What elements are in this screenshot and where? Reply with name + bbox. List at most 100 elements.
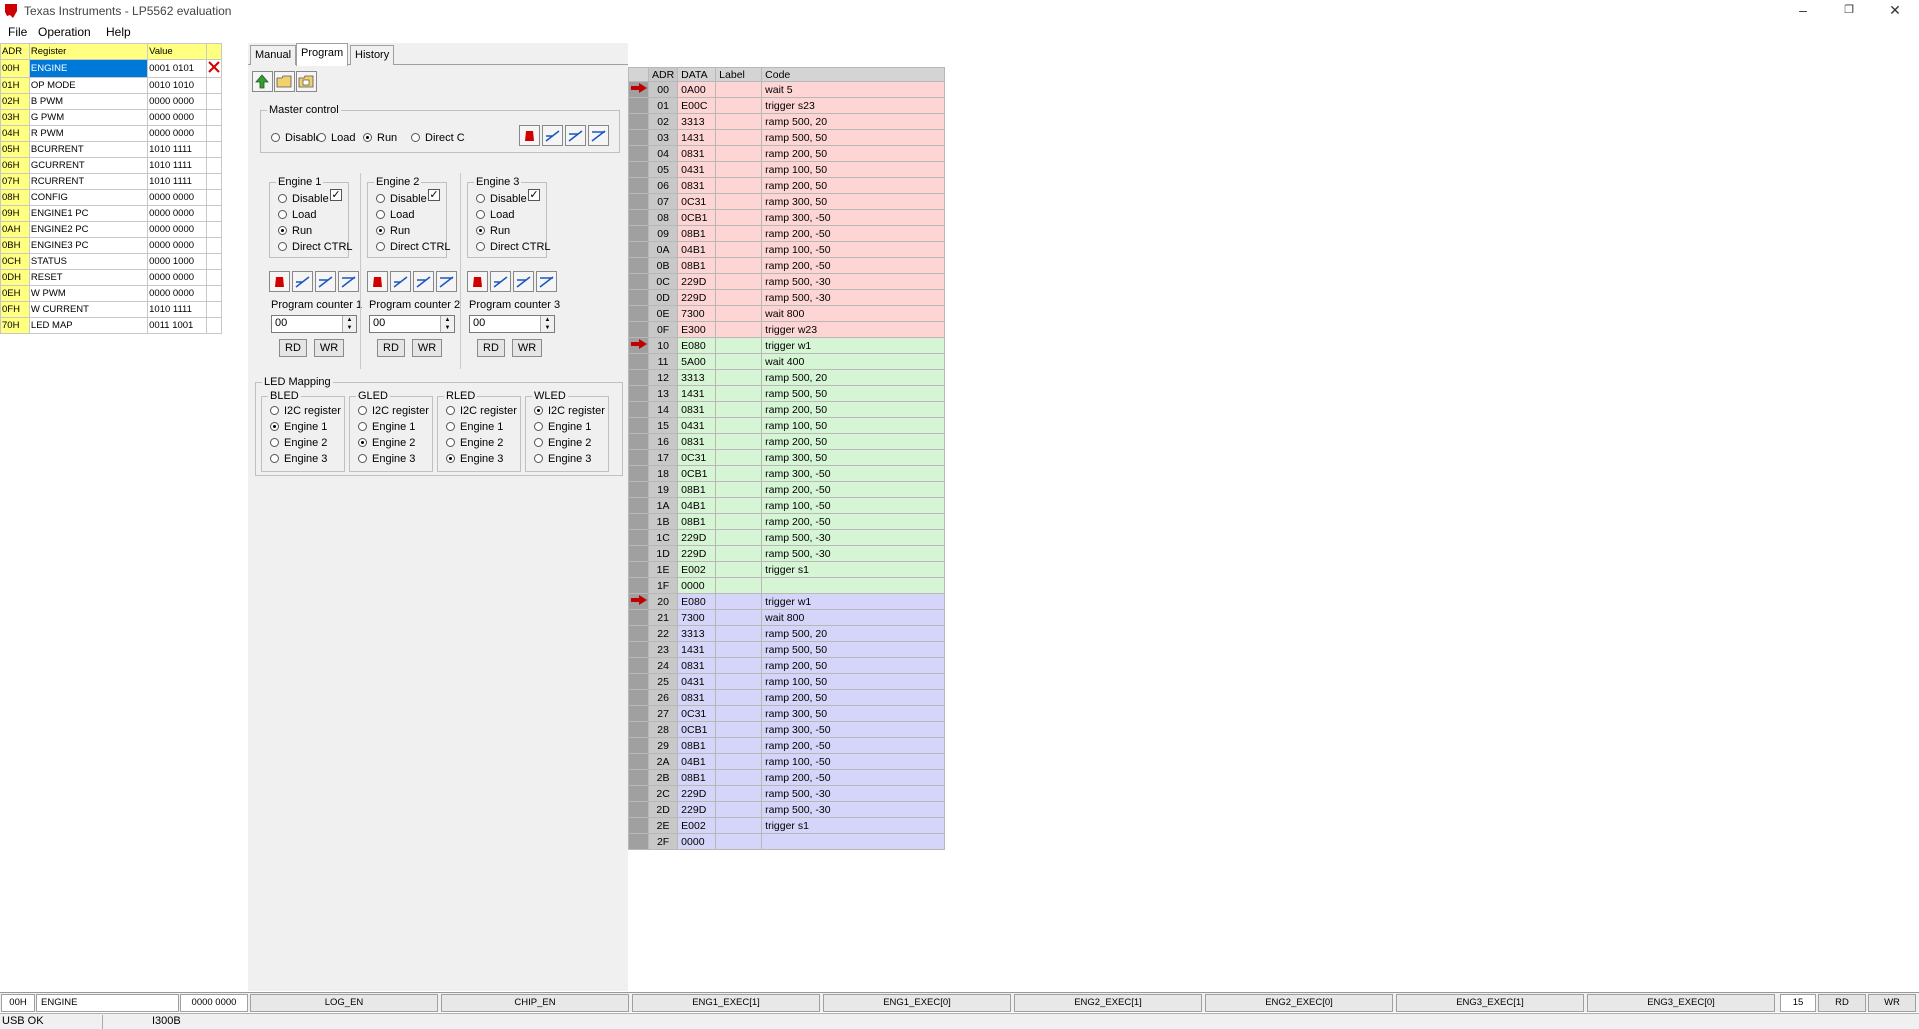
master-radio-run[interactable]: Run [363,132,397,144]
program-code[interactable]: ramp 100, -50 [761,241,946,258]
read-button[interactable]: RD [477,339,505,357]
write-button[interactable]: WR [314,339,344,357]
program-data[interactable]: 0831 [677,657,717,674]
run-all-icon[interactable] [536,271,557,292]
program-label[interactable] [715,561,763,578]
program-label[interactable] [715,81,763,98]
register-value[interactable]: 0001 0101 [147,59,207,78]
program-label[interactable] [715,801,763,818]
program-code[interactable] [761,833,946,850]
program-row[interactable]: 20 E080 trigger w1 [628,593,946,610]
program-data[interactable]: 0831 [677,401,717,418]
register-value[interactable]: 0000 0000 [147,285,207,302]
register-name[interactable]: W PWM [28,285,149,302]
minimize-icon[interactable]: – [1780,0,1826,22]
program-label[interactable] [715,705,763,722]
program-label[interactable] [715,225,763,242]
led-radio-engine-2[interactable]: Engine 2 [270,437,327,449]
program-row[interactable]: 27 0C31 ramp 300, 50 [628,705,946,722]
spin-arrows-icon[interactable]: ▲ ▼ [540,316,554,332]
program-label[interactable] [715,641,763,658]
program-label[interactable] [715,353,763,370]
bit-eng1_exec1[interactable]: ENG1_EXEC[1] [632,994,820,1012]
program-label[interactable] [715,161,763,178]
led-radio-engine-3[interactable]: Engine 3 [534,453,591,465]
register-row[interactable]: 07H RCURRENT 1010 1111 [0,173,223,190]
program-row[interactable]: 0D 229D ramp 500, -30 [628,289,946,306]
program-row[interactable]: 0B 08B1 ramp 200, -50 [628,257,946,274]
program-code[interactable]: wait 800 [761,305,946,322]
program-data[interactable]: 0C31 [677,705,717,722]
program-label[interactable] [715,689,763,706]
program-label[interactable] [715,417,763,434]
led-radio-engine-3[interactable]: Engine 3 [270,453,327,465]
program-code[interactable]: ramp 200, 50 [761,177,946,194]
program-label[interactable] [715,385,763,402]
register-row[interactable]: 0CH STATUS 0000 1000 [0,253,223,270]
program-row[interactable]: 0A 04B1 ramp 100, -50 [628,241,946,258]
program-row[interactable]: 1F 0000 [628,577,946,594]
program-row[interactable]: 28 0CB1 ramp 300, -50 [628,721,946,738]
engine-radio-direct-ctrl[interactable]: Direct CTRL [476,241,551,253]
program-code[interactable]: ramp 500, 50 [761,129,946,146]
register-name[interactable]: ENGINE1 PC [28,205,149,222]
program-row[interactable]: 1D 229D ramp 500, -30 [628,545,946,562]
tab-history[interactable]: History [350,45,395,65]
program-label[interactable] [715,817,763,834]
led-radio-engine-1[interactable]: Engine 1 [270,421,327,433]
program-data[interactable]: 08B1 [677,225,717,242]
program-row[interactable]: 2D 229D ramp 500, -30 [628,801,946,818]
step-icon[interactable] [292,271,313,292]
program-data[interactable]: 0A00 [677,81,717,98]
program-data[interactable]: 5A00 [677,353,717,370]
register-value[interactable]: 0000 0000 [147,93,207,110]
program-code[interactable]: ramp 200, -50 [761,769,946,786]
program-code[interactable]: ramp 100, -50 [761,753,946,770]
program-row[interactable]: 2B 08B1 ramp 200, -50 [628,769,946,786]
program-data[interactable]: 3313 [677,625,717,642]
program-counter-input[interactable]: 00 ▲ ▼ [271,315,357,333]
register-name[interactable]: GCURRENT [28,157,149,174]
register-name[interactable]: BCURRENT [28,141,149,158]
program-data[interactable]: 229D [677,273,717,290]
program-row[interactable]: 10 E080 trigger w1 [628,337,946,354]
program-code[interactable]: ramp 100, 50 [761,161,946,178]
program-code[interactable] [761,577,946,594]
run-all-icon[interactable] [338,271,359,292]
engine-radio-direct-ctrl[interactable]: Direct CTRL [376,241,451,253]
register-name[interactable]: W CURRENT [28,301,149,318]
program-code[interactable]: ramp 100, 50 [761,673,946,690]
engine-enable-checkbox[interactable]: ✓ [330,189,342,201]
program-label[interactable] [715,145,763,162]
register-row[interactable]: 0DH RESET 0000 0000 [0,269,223,286]
engine-radio-run[interactable]: Run [476,225,510,237]
program-row[interactable]: 11 5A00 wait 400 [628,353,946,370]
register-value[interactable]: 1010 1111 [147,301,207,318]
program-data[interactable]: E080 [677,593,717,610]
program-label[interactable] [715,449,763,466]
register-name[interactable]: G PWM [28,109,149,126]
program-label[interactable] [715,513,763,530]
program-label[interactable] [715,289,763,306]
program-label[interactable] [715,433,763,450]
engine-radio-load[interactable]: Load [476,209,514,221]
program-label[interactable] [715,625,763,642]
register-row[interactable]: 09H ENGINE1 PC 0000 0000 [0,205,223,222]
engine-radio-run[interactable]: Run [376,225,410,237]
program-data[interactable]: E002 [677,817,717,834]
register-row[interactable]: 01H OP MODE 0010 1010 [0,77,223,94]
program-data[interactable]: 0C31 [677,193,717,210]
program-code[interactable]: ramp 300, 50 [761,705,946,722]
program-data[interactable]: 0000 [677,577,717,594]
program-label[interactable] [715,257,763,274]
program-label[interactable] [715,593,763,610]
program-counter-input[interactable]: 00 ▲ ▼ [369,315,455,333]
bit-eng3_exec0[interactable]: ENG3_EXEC[0] [1587,994,1775,1012]
program-label[interactable] [715,753,763,770]
program-counter-input[interactable]: 00 ▲ ▼ [469,315,555,333]
program-label[interactable] [715,113,763,130]
led-radio-engine-1[interactable]: Engine 1 [358,421,415,433]
program-row[interactable]: 15 0431 ramp 100, 50 [628,417,946,434]
register-row[interactable]: 02H B PWM 0000 0000 [0,93,223,110]
register-row[interactable]: 0AH ENGINE2 PC 0000 0000 [0,221,223,238]
